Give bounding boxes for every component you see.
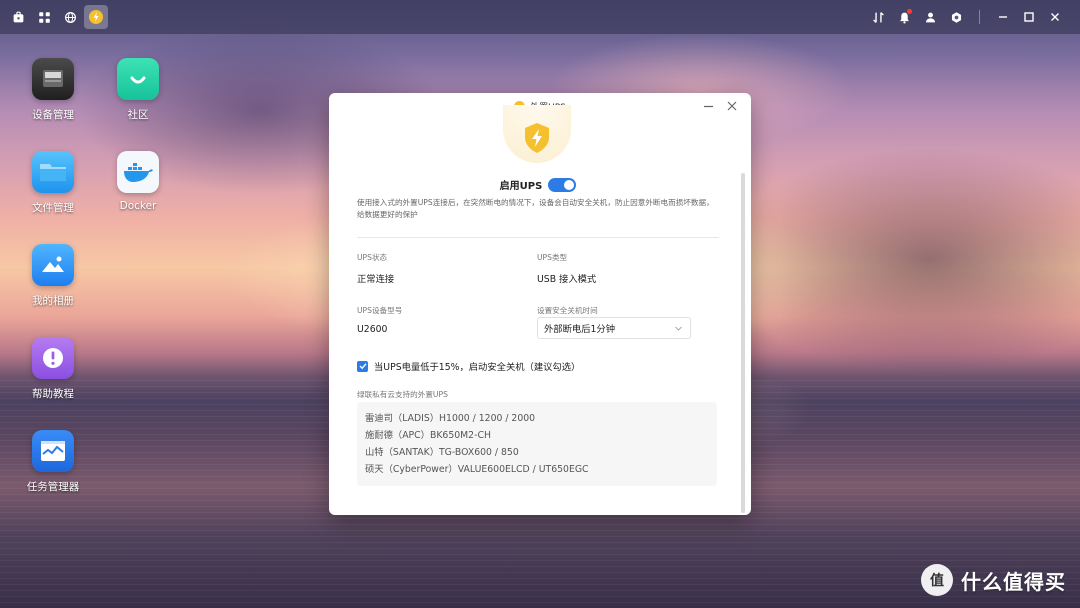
- ups-hero-icon: [503, 105, 571, 163]
- shutdown-time-label: 设置安全关机时间: [537, 306, 598, 315]
- user-icon[interactable]: [919, 6, 941, 28]
- watermark-logo-icon: 值: [921, 564, 953, 596]
- enable-ups-row: 启用UPS: [357, 177, 719, 192]
- ups-status-label: UPS状态: [357, 253, 388, 262]
- low-battery-label: 当UPS电量低于15%，启动安全关机（建议勾选）: [374, 362, 581, 373]
- shutdown-time-value: 外部断电后1分钟: [544, 324, 615, 335]
- desktop-icon-file-manager[interactable]: 文件管理: [13, 151, 93, 215]
- ups-app-icon[interactable]: [84, 5, 108, 29]
- ups-model-value: U2600: [357, 324, 388, 335]
- list-item: 硕天（CyberPower）VALUE600ELCD / UT650EGC: [365, 464, 589, 475]
- community-icon: [117, 58, 159, 100]
- enable-ups-label: 启用UPS: [499, 181, 543, 192]
- list-item: 施耐德（APC）BK650M2-CH: [365, 430, 491, 441]
- dialog-close-icon[interactable]: [725, 99, 739, 113]
- low-battery-row: 当UPS电量低于15%，启动安全关机（建议勾选）: [357, 359, 580, 373]
- shutdown-time-select[interactable]: 外部断电后1分钟: [537, 317, 691, 339]
- device-manager-icon: [32, 58, 74, 100]
- watermark: 值 什么值得买: [921, 564, 1066, 596]
- help-icon: [32, 337, 74, 379]
- close-icon[interactable]: [1044, 6, 1066, 28]
- desktop-icon-photo-album[interactable]: 我的相册: [13, 244, 93, 308]
- enable-ups-toggle[interactable]: [548, 177, 577, 192]
- dialog-minimize-icon[interactable]: [701, 99, 715, 113]
- notification-badge: [907, 9, 912, 14]
- desktop-icon-label: Docker: [119, 200, 157, 212]
- taskbar-separator: [979, 10, 980, 24]
- desktop-icon-device-manager[interactable]: 设备管理: [13, 58, 93, 122]
- bell-icon[interactable]: [893, 6, 915, 28]
- settings-gear-icon[interactable]: [945, 6, 967, 28]
- dialog-scrollbar[interactable]: [741, 173, 745, 513]
- top-taskbar: [0, 0, 1080, 34]
- ups-model-label: UPS设备型号: [357, 306, 403, 315]
- desktop-icon-help[interactable]: 帮助教程: [13, 337, 93, 401]
- globe-icon[interactable]: [58, 5, 82, 29]
- desktop-icon-docker[interactable]: Docker: [98, 151, 178, 212]
- ups-type-label: UPS类型: [537, 253, 568, 262]
- home-icon[interactable]: [6, 5, 30, 29]
- list-item: 山特（SANTAK）TG-BOX600 / 850: [365, 447, 519, 458]
- ups-settings-dialog: 外置UPS 启用UPS 使用接入式的外置UPS连接后，在突然断电的情况下，设备会…: [329, 93, 751, 515]
- task-manager-icon: [32, 430, 74, 472]
- desktop-icon-label: 帮助教程: [32, 388, 74, 400]
- file-manager-icon: [32, 151, 74, 193]
- desktop-icon-label: 我的相册: [32, 295, 74, 307]
- watermark-logo-text: 值: [930, 573, 944, 589]
- docker-icon: [117, 151, 159, 193]
- list-item: 雷迪司（LADIS）H1000 / 1200 / 2000: [365, 413, 536, 424]
- desktop-icon-community[interactable]: 社区: [98, 58, 178, 122]
- supported-ups-list: 雷迪司（LADIS）H1000 / 1200 / 2000 施耐德（APC）BK…: [357, 402, 717, 486]
- ups-description: 使用接入式的外置UPS连接后，在突然断电的情况下，设备会自动安全关机，防止因意外…: [357, 198, 714, 219]
- supported-ups-label: 绿联私有云支持的外置UPS: [357, 390, 448, 399]
- minimize-icon[interactable]: [992, 6, 1014, 28]
- checkmark-icon: [359, 363, 367, 370]
- watermark-text: 什么值得买: [961, 569, 1066, 594]
- ups-type-value: USB 接入模式: [537, 274, 597, 285]
- chevron-down-icon: [675, 326, 682, 331]
- section-divider: [357, 237, 719, 238]
- low-battery-checkbox[interactable]: [357, 360, 368, 372]
- apps-grid-icon[interactable]: [32, 5, 56, 29]
- desktop-icon-label: 任务管理器: [26, 481, 80, 493]
- ups-status-value: 正常连接: [357, 274, 395, 285]
- desktop-icon-label: 社区: [127, 109, 149, 121]
- photo-album-icon: [32, 244, 74, 286]
- desktop-icon-label: 文件管理: [32, 202, 74, 214]
- network-transfer-icon[interactable]: [867, 6, 889, 28]
- desktop-icon-label: 设备管理: [32, 109, 74, 121]
- desktop-icon-task-manager[interactable]: 任务管理器: [13, 430, 93, 494]
- restore-icon[interactable]: [1018, 6, 1040, 28]
